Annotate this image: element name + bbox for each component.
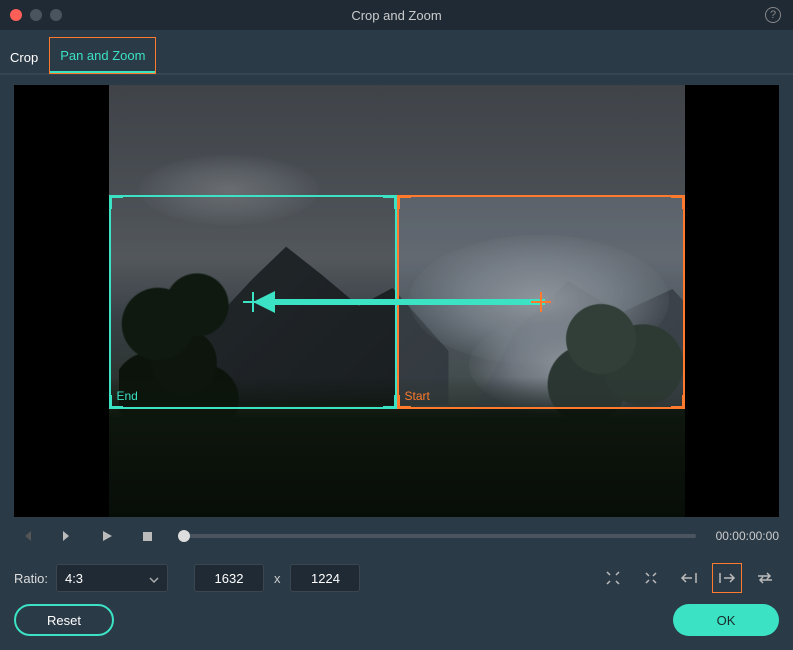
preview-area: End Start [14, 85, 779, 517]
pan-right-to-left-icon[interactable] [675, 564, 703, 592]
dimension-separator: x [274, 571, 281, 586]
resize-handle-br[interactable] [671, 395, 685, 409]
resize-handle-tl[interactable] [397, 195, 411, 209]
chevron-down-icon [149, 571, 159, 586]
video-frame[interactable]: End Start [109, 85, 685, 517]
zoom-out-icon[interactable] [637, 564, 665, 592]
settings-row: Ratio: 4:3 1632 x 1224 [14, 563, 779, 593]
resize-handle-br[interactable] [383, 395, 397, 409]
tab-crop[interactable]: Crop [0, 40, 48, 73]
prev-frame-button[interactable] [14, 523, 40, 549]
next-frame-button[interactable] [54, 523, 80, 549]
bottom-buttons: Reset OK [14, 604, 779, 636]
tabbar: Crop Pan and Zoom [0, 30, 793, 75]
ratio-select[interactable]: 4:3 [56, 564, 168, 592]
end-region-label: End [117, 389, 138, 403]
zoom-window-button[interactable] [50, 9, 62, 21]
pan-left-to-right-icon[interactable] [713, 564, 741, 592]
swap-icon[interactable] [751, 564, 779, 592]
window-title: Crop and Zoom [351, 8, 441, 23]
reset-button[interactable]: Reset [14, 604, 114, 636]
play-button[interactable] [94, 523, 120, 549]
help-icon[interactable]: ? [765, 7, 781, 23]
motion-arrow [269, 299, 545, 305]
close-window-button[interactable] [10, 9, 22, 21]
transport-bar: 00:00:00:00 [14, 523, 779, 549]
zoom-in-icon[interactable] [599, 564, 627, 592]
start-region-label: Start [405, 389, 430, 403]
window-controls [0, 9, 62, 21]
scrubber-thumb[interactable] [178, 530, 190, 542]
timecode: 00:00:00:00 [716, 529, 779, 543]
width-input[interactable]: 1632 [194, 564, 264, 592]
stop-button[interactable] [134, 523, 160, 549]
tab-pan-and-zoom[interactable]: Pan and Zoom [50, 38, 155, 73]
ratio-label: Ratio: [14, 571, 48, 586]
timeline-scrubber[interactable] [184, 534, 696, 538]
height-input[interactable]: 1224 [290, 564, 360, 592]
resize-handle-tr[interactable] [383, 195, 397, 209]
minimize-window-button[interactable] [30, 9, 42, 21]
resize-handle-tr[interactable] [671, 195, 685, 209]
ok-button[interactable]: OK [673, 604, 779, 636]
start-crosshair[interactable] [531, 292, 551, 312]
ratio-value: 4:3 [65, 571, 83, 586]
end-crosshair[interactable] [243, 292, 263, 312]
titlebar: Crop and Zoom ? [0, 0, 793, 30]
resize-handle-tl[interactable] [109, 195, 123, 209]
